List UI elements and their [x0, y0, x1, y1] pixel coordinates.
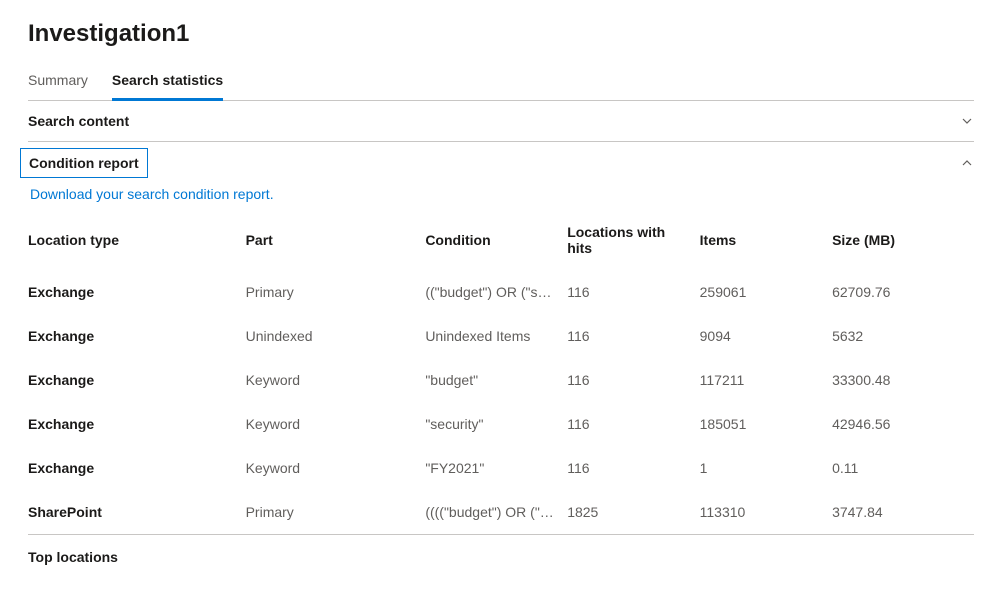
cell-locations-with-hits: 116 — [567, 446, 699, 490]
column-header-items: Items — [700, 216, 832, 270]
section-header-search-content[interactable]: Search content — [28, 101, 974, 141]
cell-location-type: Exchange — [28, 314, 246, 358]
cell-location-type: SharePoint — [28, 490, 246, 534]
column-header-condition: Condition — [425, 216, 567, 270]
column-header-part: Part — [246, 216, 426, 270]
cell-items: 185051 — [700, 402, 832, 446]
cell-items: 117211 — [700, 358, 832, 402]
cell-condition: Unindexed Items — [425, 314, 567, 358]
section-title-search-content: Search content — [28, 113, 129, 129]
table-row: ExchangeUnindexedUnindexed Items11690945… — [28, 314, 974, 358]
cell-locations-with-hits: 116 — [567, 270, 699, 314]
column-header-locations-with-hits: Locations with hits — [567, 216, 699, 270]
cell-items: 1 — [700, 446, 832, 490]
table-header-row: Location type Part Condition Locations w… — [28, 216, 974, 270]
cell-items: 113310 — [700, 490, 832, 534]
tab-search-statistics[interactable]: Search statistics — [112, 66, 223, 101]
cell-size: 33300.48 — [832, 358, 974, 402]
chevron-down-icon — [960, 114, 974, 128]
section-title-top-locations[interactable]: Top locations — [28, 535, 974, 571]
page-title: Investigation1 — [28, 20, 974, 48]
section-header-condition-report[interactable]: Condition report — [28, 142, 974, 184]
column-header-location-type: Location type — [28, 216, 246, 270]
cell-location-type: Exchange — [28, 446, 246, 490]
cell-locations-with-hits: 1825 — [567, 490, 699, 534]
section-condition-report: Condition report Download your search co… — [28, 142, 974, 535]
cell-size: 0.11 — [832, 446, 974, 490]
cell-location-type: Exchange — [28, 270, 246, 314]
cell-location-type: Exchange — [28, 402, 246, 446]
chevron-up-icon — [960, 156, 974, 170]
section-search-content: Search content — [28, 101, 974, 142]
cell-size: 3747.84 — [832, 490, 974, 534]
cell-condition: "FY2021" — [425, 446, 567, 490]
cell-condition: "budget" — [425, 358, 567, 402]
table-row: ExchangePrimary(("budget") OR ("sec…1162… — [28, 270, 974, 314]
cell-part: Keyword — [246, 446, 426, 490]
cell-part: Unindexed — [246, 314, 426, 358]
cell-size: 62709.76 — [832, 270, 974, 314]
table-row: ExchangeKeyword"security"11618505142946.… — [28, 402, 974, 446]
column-header-size: Size (MB) — [832, 216, 974, 270]
cell-locations-with-hits: 116 — [567, 358, 699, 402]
tabs: Summary Search statistics — [28, 66, 974, 101]
tab-summary[interactable]: Summary — [28, 66, 88, 101]
table-row: SharePointPrimary(((("budget") OR ("se…1… — [28, 490, 974, 534]
download-condition-report-link[interactable]: Download your search condition report. — [28, 184, 974, 216]
cell-part: Primary — [246, 490, 426, 534]
cell-items: 259061 — [700, 270, 832, 314]
cell-part: Primary — [246, 270, 426, 314]
cell-condition: (((("budget") OR ("se… — [425, 490, 567, 534]
table-row: ExchangeKeyword"budget"11611721133300.48 — [28, 358, 974, 402]
cell-items: 9094 — [700, 314, 832, 358]
cell-locations-with-hits: 116 — [567, 402, 699, 446]
section-title-condition-report: Condition report — [20, 148, 148, 178]
condition-report-table: Location type Part Condition Locations w… — [28, 216, 974, 534]
cell-size: 42946.56 — [832, 402, 974, 446]
cell-location-type: Exchange — [28, 358, 246, 402]
cell-locations-with-hits: 116 — [567, 314, 699, 358]
cell-condition: (("budget") OR ("sec… — [425, 270, 567, 314]
cell-condition: "security" — [425, 402, 567, 446]
table-row: ExchangeKeyword"FY2021"11610.11 — [28, 446, 974, 490]
cell-part: Keyword — [246, 402, 426, 446]
cell-size: 5632 — [832, 314, 974, 358]
cell-part: Keyword — [246, 358, 426, 402]
